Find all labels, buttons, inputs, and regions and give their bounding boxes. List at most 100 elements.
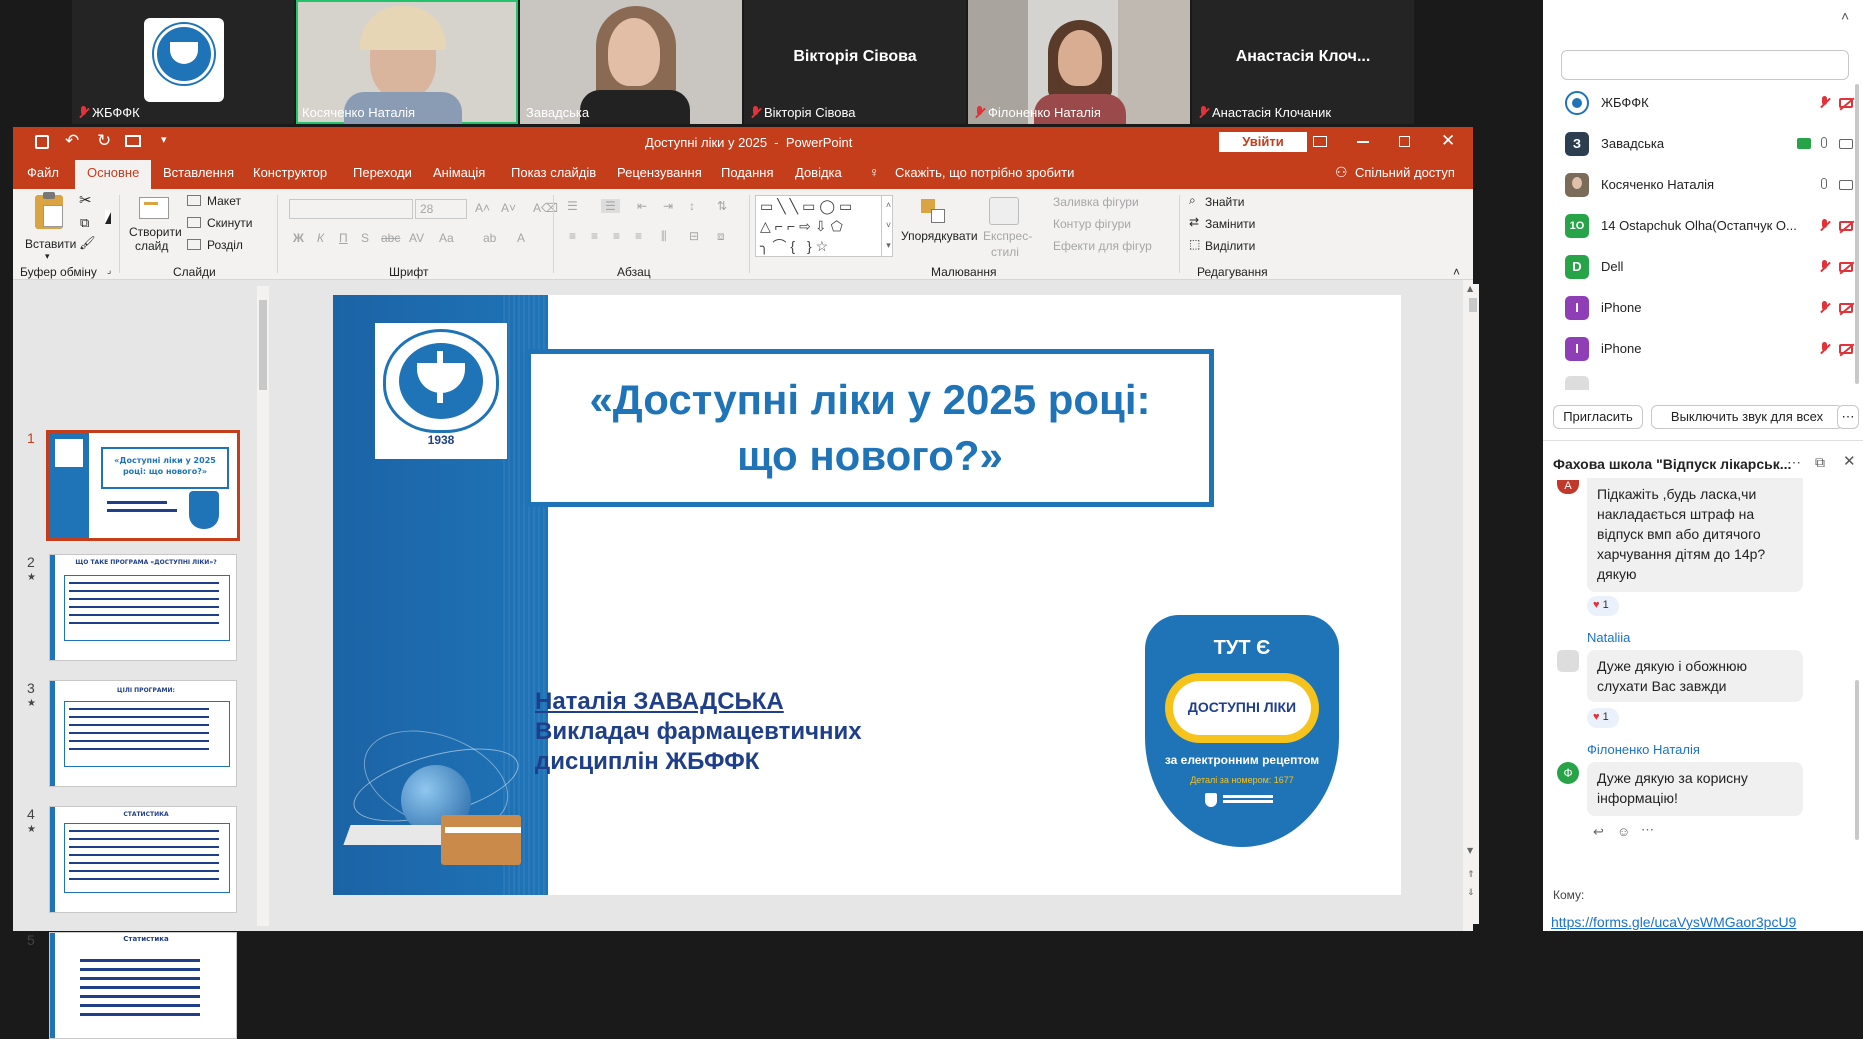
maximize-icon[interactable] [1399,136,1410,147]
format-painter-icon[interactable]: 🖌 [79,235,96,251]
mic-muted-icon[interactable] [1819,96,1829,109]
tab-view[interactable]: Подання [721,165,774,180]
participant-row[interactable]: I iPhone [1565,293,1855,323]
signin-button[interactable]: Увійти [1219,132,1307,152]
shapes-scroll-icon[interactable]: ˄ ˅ ▾ [881,195,895,257]
participant-tile[interactable]: Анастасія Клоч... Анастасія Клочаник [1192,0,1414,124]
clear-format-icon[interactable]: A⌫ [533,201,558,215]
tab-animations[interactable]: Анімація [433,165,485,180]
mic-muted-icon[interactable] [1819,260,1829,273]
minimize-icon[interactable] [1357,141,1369,143]
undo-icon[interactable]: ↶ [65,131,79,151]
mic-muted-icon[interactable] [1819,342,1829,355]
add-reaction-icon[interactable]: ☺ [1617,824,1630,839]
video-off-icon[interactable] [1839,221,1853,231]
prev-slide-icon[interactable]: ⇑ [1467,870,1475,880]
shrink-font-icon[interactable]: A˅ [501,201,516,215]
italic-icon[interactable]: К [317,231,324,245]
mic-muted-icon[interactable] [1819,301,1829,314]
close-chat-icon[interactable]: ✕ [1843,452,1856,470]
reset-button[interactable]: Скинути [207,216,252,230]
reaction-badge[interactable]: ♥ 1 [1587,708,1619,728]
shapes-gallery[interactable]: ▭╲╲▭◯▭ △⌐⌐⇨⇩⬠ ╮⌒{ }☆ [755,195,893,257]
change-case-icon[interactable]: Aa [439,231,454,245]
ribbon-display-icon[interactable] [1313,136,1327,147]
line-spacing-icon[interactable]: ↕ [689,199,695,213]
invite-button[interactable]: Пригласить [1553,405,1643,429]
smartart-icon[interactable]: ⧈ [717,229,725,244]
chat-input-link[interactable]: https://forms.gle/ucaVysWMGaor3pcU9 [1551,914,1796,930]
participant-row[interactable]: З Завадська [1565,129,1855,159]
participant-row[interactable]: ЖБФФК [1565,88,1855,118]
tab-help[interactable]: Довідка [795,165,842,180]
shape-outline-button[interactable]: Контур фігури [1053,217,1131,231]
underline-icon[interactable]: П [339,231,348,245]
arrange-icon[interactable] [921,199,947,223]
align-center-icon[interactable]: ≡ [591,229,598,243]
slide-title-box[interactable]: «Доступні ліки у 2025 році: що нового?» [526,349,1214,507]
tab-transitions[interactable]: Переходи [353,165,412,180]
numbering-icon[interactable]: ☰ [601,199,620,213]
participant-row[interactable]: Косяченко Наталія [1565,170,1855,200]
video-off-icon[interactable] [1839,98,1853,108]
paste-icon[interactable] [35,192,63,229]
tab-design[interactable]: Конструктор [253,165,327,180]
decrease-indent-icon[interactable]: ⇤ [637,199,647,213]
quick-styles-button[interactable]: Експрес- [983,229,1032,243]
participant-search-input[interactable] [1561,50,1849,80]
chat-scrollbar[interactable] [1855,680,1859,840]
author-block[interactable]: Наталія ЗАВАДСЬКА Викладач фармацевтични… [535,687,862,777]
participant-tile[interactable]: Завадська [520,0,742,124]
slide-thumbnail[interactable]: Статистика [49,932,237,1039]
message-more-icon[interactable]: ⋯ [1641,822,1654,838]
thumbnails-scrollbar[interactable] [257,286,269,926]
collapse-ribbon-icon[interactable]: ˄ [1453,265,1460,279]
tab-insert[interactable]: Вставлення [163,165,234,180]
strikethrough-icon[interactable]: abc [381,231,400,245]
char-spacing-icon[interactable]: AV [409,231,424,245]
next-slide-icon[interactable]: ⇓ [1467,888,1475,898]
video-icon[interactable] [1839,139,1853,149]
highlight-icon[interactable]: ab [483,231,496,245]
slide-thumbnail[interactable]: СТАТИСТИКА [49,806,237,913]
find-button[interactable]: Знайти [1205,195,1244,209]
paste-button[interactable]: Вставити [25,237,76,251]
mic-icon[interactable] [1821,137,1827,148]
video-off-icon[interactable] [1839,303,1853,313]
video-off-icon[interactable] [1839,344,1853,354]
font-color-icon[interactable]: A [517,231,525,245]
new-slide-button[interactable]: Створити [129,225,182,239]
arrange-button[interactable]: Упорядкувати [901,229,978,243]
justify-icon[interactable]: ≡ [635,229,642,243]
dialog-launcher-icon[interactable]: ⌟ [107,265,111,276]
participant-row[interactable]: D Dell [1565,252,1855,282]
mic-icon[interactable] [1821,178,1827,189]
reaction-badge[interactable]: ♥ 1 [1587,596,1619,616]
bullets-icon[interactable]: ☰ [567,199,578,213]
columns-icon[interactable]: ⫼ [661,229,667,244]
participant-tile-active-speaker[interactable]: Косяченко Наталія [296,0,518,124]
shape-effects-button[interactable]: Ефекти для фігур [1053,239,1152,253]
video-icon[interactable] [1839,180,1853,190]
customize-qat-icon[interactable]: ▾ [161,133,167,146]
slide-thumbnail[interactable]: ЩО ТАКЕ ПРОГРАМА «ДОСТУПНІ ЛІКИ»? [49,554,237,661]
popout-icon[interactable]: ⧉ [1815,454,1825,471]
font-family-input[interactable] [289,199,413,219]
shape-fill-button[interactable]: Заливка фігури [1053,195,1139,209]
participant-tile[interactable]: Філоненко Наталія [968,0,1190,124]
increase-indent-icon[interactable]: ⇥ [663,199,673,213]
reply-icon[interactable]: ↩ [1593,824,1604,840]
cut-icon[interactable]: ✂ [79,191,92,209]
paste-dropdown-icon[interactable]: ▾ [45,251,50,262]
participant-row[interactable]: 1O 14 Ostapchuk Olha(Остапчук О... [1565,211,1855,241]
participants-scrollbar[interactable] [1855,84,1859,384]
participant-row[interactable]: I iPhone [1565,334,1855,364]
quick-styles-label[interactable]: стилі [991,245,1019,259]
mute-all-button[interactable]: Выключить звук для всех [1651,405,1843,429]
share-button[interactable]: Спільний доступ [1355,165,1455,180]
slide-thumbnail[interactable]: «Доступні ліки у 2025 році: що нового?» [46,430,240,541]
slideshow-icon[interactable] [125,135,141,147]
redo-icon[interactable]: ↻ [97,131,111,151]
shadow-icon[interactable]: S [361,231,369,245]
text-direction-icon[interactable]: ⇅ [717,199,727,213]
